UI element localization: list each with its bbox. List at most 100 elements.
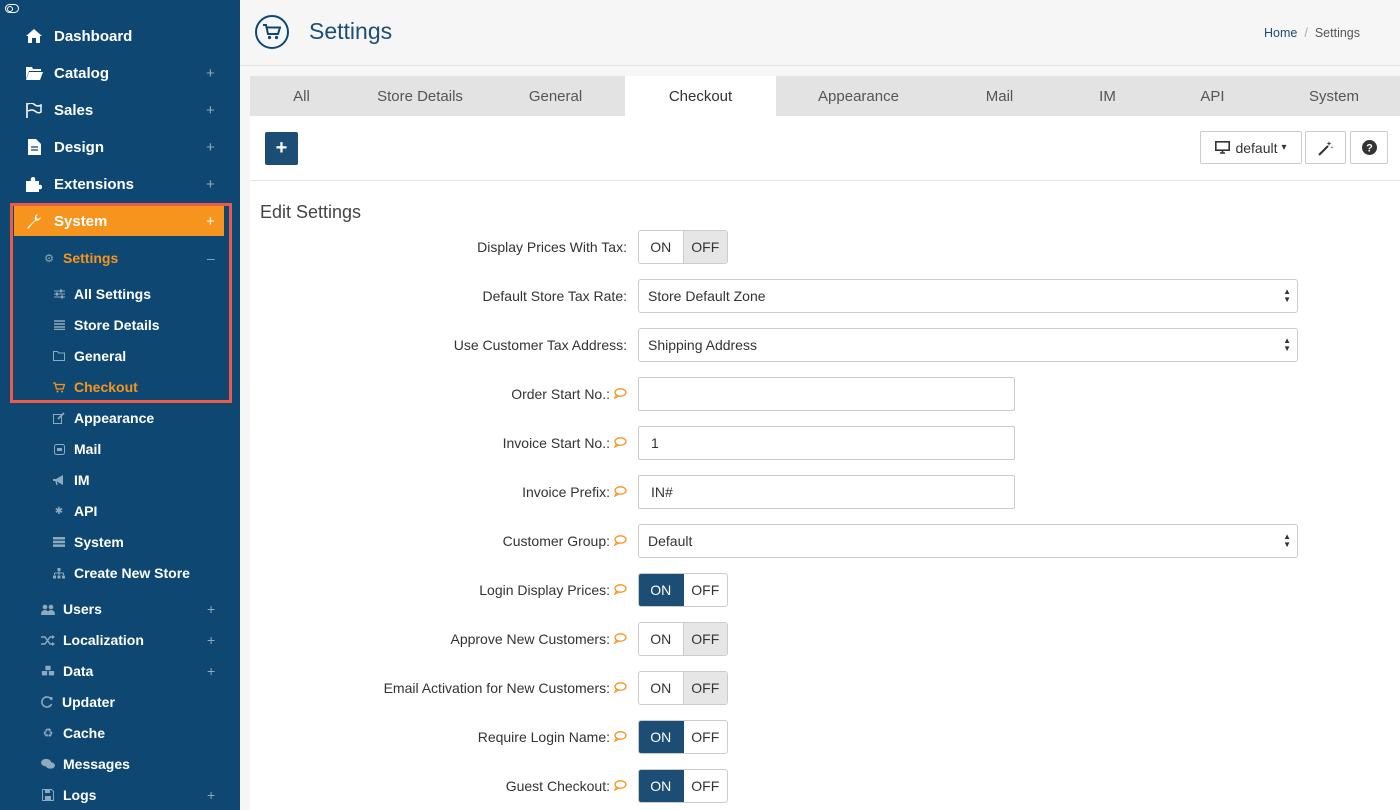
tab-appearance[interactable]: Appearance — [776, 76, 941, 116]
toggle-on[interactable]: ON — [639, 672, 684, 704]
sidebar-item-label: All Settings — [74, 286, 152, 302]
tab-im[interactable]: IM — [1058, 76, 1157, 116]
tab-system[interactable]: System — [1268, 76, 1400, 116]
sidebar-item-create-new-store[interactable]: Create New Store — [0, 560, 240, 586]
sidebar-item-updater[interactable]: Updater — [0, 689, 240, 715]
comment-icon[interactable] — [614, 632, 627, 646]
sidebar-item-appearance[interactable]: Appearance — [0, 405, 240, 431]
field-label-guest-checkout: Guest Checkout: — [506, 769, 627, 803]
input-order-start-no[interactable] — [638, 377, 1015, 411]
expand-icon[interactable]: + — [206, 65, 215, 82]
sidebar-item-catalog[interactable]: Catalog + — [0, 58, 240, 88]
toggle-require-login-name[interactable]: ON OFF — [638, 720, 728, 754]
comment-icon[interactable] — [614, 485, 627, 499]
comment-icon[interactable] — [614, 730, 627, 744]
sidebar-item-dashboard[interactable]: Dashboard — [0, 21, 240, 51]
label-text: Invoice Start No.: — [502, 435, 610, 451]
select-customer-group[interactable]: Default ▲ ▼ — [638, 524, 1298, 558]
tab-api[interactable]: API — [1157, 76, 1268, 116]
sidebar-item-system-settings[interactable]: System — [0, 529, 240, 555]
toggle-on[interactable]: ON — [639, 231, 684, 263]
home-icon — [25, 27, 43, 45]
expand-icon[interactable]: + — [206, 102, 215, 119]
tab-mail[interactable]: Mail — [941, 76, 1058, 116]
sidebar-item-store-details[interactable]: Store Details — [0, 312, 240, 338]
sidebar-item-all-settings[interactable]: All Settings — [0, 281, 240, 307]
toggle-off[interactable]: OFF — [683, 623, 727, 655]
toggle-approve-new-customers[interactable]: ON OFF — [638, 622, 728, 656]
toggle-on[interactable]: ON — [639, 770, 684, 802]
toggle-off[interactable]: OFF — [684, 721, 728, 753]
sidebar-item-cache[interactable]: ♻ Cache — [0, 720, 240, 746]
sidebar-item-settings[interactable]: ⚙ Settings – — [0, 244, 240, 272]
tab-checkout[interactable]: Checkout — [625, 76, 776, 116]
expand-icon[interactable]: + — [207, 663, 215, 679]
tab-store-details[interactable]: Store Details — [353, 76, 487, 116]
input-invoice-prefix[interactable]: IN# — [638, 475, 1015, 509]
select-value: Default — [648, 533, 693, 549]
toggle-guest-checkout[interactable]: ON OFF — [638, 769, 728, 803]
input-invoice-start-no[interactable]: 1 — [638, 426, 1015, 460]
toggle-off[interactable]: OFF — [684, 770, 728, 802]
expand-icon[interactable]: + — [207, 601, 215, 617]
sidebar-item-messages[interactable]: Messages — [0, 751, 240, 777]
toggle-on[interactable]: ON — [639, 574, 684, 606]
sidebar-item-users[interactable]: Users + — [0, 596, 240, 622]
sidebar-item-localization[interactable]: Localization + — [0, 627, 240, 653]
expand-icon[interactable]: + — [206, 139, 215, 156]
label-text: Display Prices With Tax: — [477, 239, 627, 255]
comment-icon[interactable] — [614, 583, 627, 597]
toggle-off[interactable]: OFF — [683, 672, 727, 704]
toggle-off[interactable]: OFF — [683, 231, 727, 263]
expand-icon[interactable]: + — [207, 632, 215, 648]
sidebar-item-label: Cache — [63, 725, 106, 741]
sidebar-item-api[interactable]: ✱ API — [0, 498, 240, 524]
expand-icon[interactable]: + — [207, 787, 215, 803]
puzzle-icon — [25, 175, 43, 193]
expand-icon[interactable]: + — [206, 213, 215, 230]
label-text: Login Display Prices: — [479, 582, 610, 598]
toggle-on[interactable]: ON — [639, 721, 684, 753]
toggle-on[interactable]: ON — [639, 623, 684, 655]
select-default-store-tax-rate[interactable]: Store Default Zone ▲ ▼ — [638, 279, 1298, 313]
breadcrumb: Home / Settings — [1264, 26, 1360, 40]
label-text: Guest Checkout: — [505, 778, 610, 794]
template-select-button[interactable]: default ▾ — [1200, 131, 1302, 164]
toggle-login-display-prices[interactable]: ON OFF — [638, 573, 728, 607]
sidebar-toggle-icon[interactable] — [5, 4, 19, 13]
breadcrumb-home-link[interactable]: Home — [1264, 26, 1297, 40]
toggle-display-prices-with-tax[interactable]: ON OFF — [638, 230, 728, 264]
tab-general[interactable]: General — [487, 76, 624, 116]
sidebar-item-label: Data — [63, 663, 94, 679]
expand-icon[interactable]: + — [206, 176, 215, 193]
label-text: Require Login Name: — [477, 729, 610, 745]
sidebar-item-data[interactable]: Data + — [0, 658, 240, 684]
toggle-email-activation[interactable]: ON OFF — [638, 671, 728, 705]
sidebar-item-mail[interactable]: Mail — [0, 436, 240, 462]
sidebar-item-design[interactable]: Design + — [0, 132, 240, 162]
select-value: Shipping Address — [648, 337, 757, 353]
add-button[interactable]: + — [265, 132, 298, 165]
sidebar-item-logs[interactable]: Logs + — [0, 782, 240, 808]
field-label-order-start-no: Order Start No.: — [511, 377, 627, 411]
quick-save-button[interactable] — [1305, 131, 1346, 164]
collapse-icon[interactable]: – — [207, 250, 215, 266]
field-label-invoice-prefix: Invoice Prefix: — [522, 475, 627, 509]
comment-icon[interactable] — [614, 436, 627, 450]
comment-icon[interactable] — [614, 534, 627, 548]
help-button[interactable]: ? — [1350, 131, 1388, 164]
comment-icon[interactable] — [614, 681, 627, 695]
sidebar-item-im[interactable]: IM — [0, 467, 240, 493]
sidebar-item-sales[interactable]: Sales + — [0, 95, 240, 125]
tab-all[interactable]: All — [250, 76, 353, 116]
toggle-off[interactable]: OFF — [684, 574, 728, 606]
sidebar-item-system[interactable]: System + — [14, 206, 224, 236]
sidebar-item-checkout[interactable]: Checkout — [0, 374, 240, 400]
sidebar-item-label: Sales — [54, 101, 94, 119]
sidebar-item-label: IM — [74, 472, 90, 488]
sidebar-item-general[interactable]: General — [0, 343, 240, 369]
select-use-customer-tax-address[interactable]: Shipping Address ▲ ▼ — [638, 328, 1298, 362]
sidebar-item-extensions[interactable]: Extensions + — [0, 169, 240, 199]
comment-icon[interactable] — [614, 779, 627, 793]
comment-icon[interactable] — [614, 387, 627, 401]
